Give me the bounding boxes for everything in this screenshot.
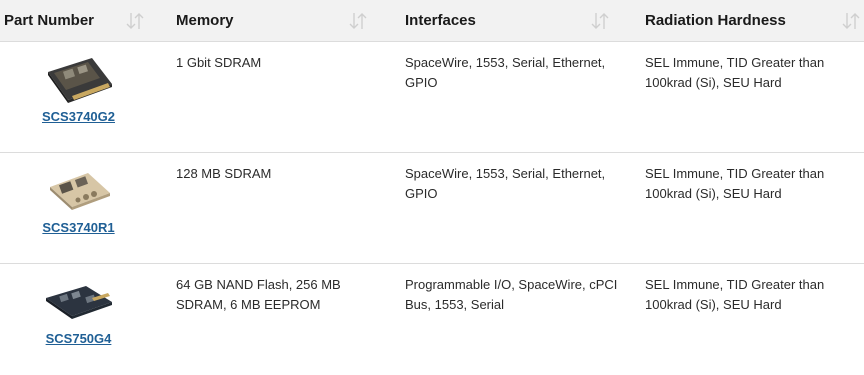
circuit-board-image[interactable]	[42, 52, 116, 104]
memory-cell: 64 GB NAND Flash, 256 MB SDRAM, 6 MB EEP…	[176, 277, 341, 312]
table-row: SCS3740R1 128 MB SDRAM SpaceWire, 1553, …	[0, 153, 864, 264]
part-number-link[interactable]: SCS3740G2	[42, 109, 115, 124]
part-number-link[interactable]: SCS750G4	[46, 331, 112, 346]
column-header-label: Interfaces	[405, 12, 476, 29]
radiation-hardness-cell: SEL Immune, TID Greater than 100krad (Si…	[645, 166, 825, 201]
column-header-radiation-hardness[interactable]: Radiation Hardness	[626, 0, 864, 42]
interfaces-cell: SpaceWire, 1553, Serial, Ethernet, GPIO	[405, 166, 606, 201]
circuit-board-image[interactable]	[42, 274, 116, 326]
part-number-cell: SCS3740R1	[0, 153, 157, 263]
interfaces-cell: Programmable I/O, SpaceWire, cPCI Bus, 1…	[405, 277, 618, 312]
part-number-cell: SCS3740G2	[0, 42, 157, 152]
product-table: Part Number Memory Interfaces Radiation …	[0, 0, 864, 375]
column-header-memory[interactable]: Memory	[157, 0, 386, 42]
interfaces-cell: SpaceWire, 1553, Serial, Ethernet, GPIO	[405, 55, 606, 90]
part-number-link[interactable]: SCS3740R1	[42, 220, 114, 235]
memory-cell: 1 Gbit SDRAM	[176, 55, 262, 70]
memory-cell: 128 MB SDRAM	[176, 166, 272, 181]
column-header-label: Radiation Hardness	[645, 12, 786, 29]
column-header-interfaces[interactable]: Interfaces	[386, 0, 626, 42]
sort-arrows-icon[interactable]	[347, 10, 369, 32]
part-number-cell: SCS750G4	[0, 264, 157, 375]
radiation-hardness-cell: SEL Immune, TID Greater than 100krad (Si…	[645, 55, 825, 90]
column-header-label: Part Number	[4, 12, 95, 29]
sort-arrows-icon[interactable]	[589, 10, 611, 32]
table-header: Part Number Memory Interfaces Radiation …	[0, 0, 864, 42]
column-header-part-number[interactable]: Part Number	[0, 0, 157, 42]
table-row: SCS750G4 64 GB NAND Flash, 256 MB SDRAM,…	[0, 264, 864, 375]
radiation-hardness-cell: SEL Immune, TID Greater than 100krad (Si…	[645, 277, 825, 312]
table-row: SCS3740G2 1 Gbit SDRAM SpaceWire, 1553, …	[0, 42, 864, 153]
column-header-label: Memory	[176, 12, 234, 29]
sort-arrows-icon[interactable]	[124, 10, 146, 32]
circuit-board-image[interactable]	[42, 163, 116, 215]
sort-arrows-icon[interactable]	[840, 10, 862, 32]
